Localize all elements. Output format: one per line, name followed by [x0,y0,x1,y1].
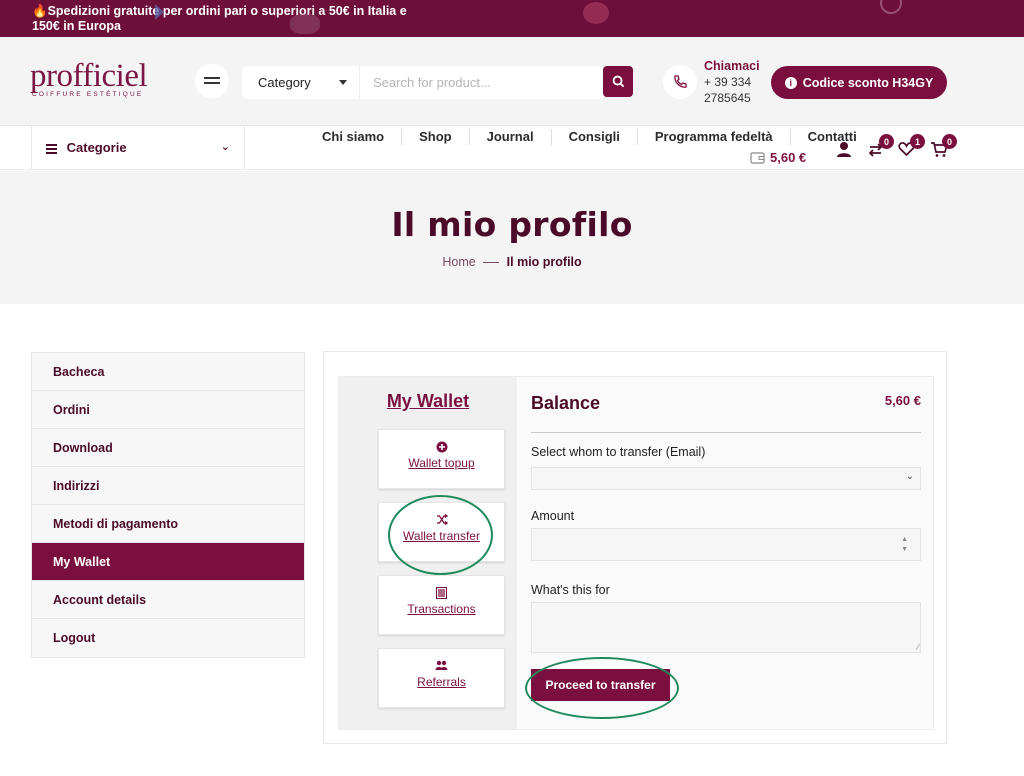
resize-handle-icon[interactable]: ∕ [917,642,919,652]
list-icon [379,587,504,601]
breadcrumb-home[interactable]: Home [442,255,475,269]
page-title: Il mio profilo [391,205,633,244]
menu-icon [204,77,220,84]
compare-icon[interactable]: 0 [867,134,894,159]
account-nav-logout[interactable]: Logout [32,619,304,657]
account-nav-bacheca[interactable]: Bacheca [32,353,304,391]
wishlist-icon[interactable]: 1 [898,134,925,159]
hamburger-menu-button[interactable] [195,64,229,98]
nav-link-chi-siamo[interactable]: Chi siamo [305,129,403,145]
category-select[interactable]: Category [242,66,360,99]
account-nav-my-wallet[interactable]: My Wallet [32,543,304,581]
balance-value: 5,60 € [884,393,921,408]
breadcrumb: Home Il mio profilo [0,255,1024,269]
wallet-topup-card[interactable]: Wallet topup [378,429,505,489]
info-icon: i [784,76,797,89]
call-info: Chiamaci + 39 334 2785645 [704,58,760,106]
wallet-container: My Wallet Wallet topup Wallet transfer T… [338,376,934,730]
divider [531,432,921,433]
note-label: What's this for [531,583,610,597]
promo-text: 🔥Spedizioni gratuite per ordini pari o s… [32,4,407,33]
logo[interactable]: profficiel COIFFURE ESTÉTIQUE [30,58,148,99]
account-icon[interactable] [836,141,854,159]
logo-word: profficiel [30,58,148,94]
wishlist-count-badge: 1 [910,134,925,149]
nav-link-programma-fedelta[interactable]: Programma fedeltà [638,129,791,145]
cart-count-badge: 0 [942,134,957,149]
wallet-heading[interactable]: My Wallet [339,391,517,412]
account-nav-ordini[interactable]: Ordini [32,391,304,429]
decorative-shape [583,2,609,24]
wallet-icon [750,152,765,164]
categories-label: Categorie [66,140,127,155]
categories-dropdown[interactable]: Categorie ⌄ [31,126,245,170]
nav-link-journal[interactable]: Journal [470,129,552,145]
decorative-shape [290,14,320,34]
proceed-to-transfer-button[interactable]: Proceed to transfer [531,669,670,701]
wallet-topup-label: Wallet topup [408,456,475,470]
wallet-menu: My Wallet Wallet topup Wallet transfer T… [339,377,517,729]
decorative-shape [155,4,164,20]
cart-icon[interactable]: 0 [930,134,957,159]
search-input[interactable] [360,66,603,99]
wallet-balance-value: 5,60 € [770,150,807,165]
number-stepper-icon[interactable]: ▲ ▼ [901,535,908,555]
account-nav-account-details[interactable]: Account details [32,581,304,619]
breadcrumb-current: Il mio profilo [506,255,582,269]
users-icon [379,660,504,674]
referrals-card[interactable]: Referrals [378,648,505,708]
discount-code-button[interactable]: i Codice sconto H34GY [771,66,947,99]
search-icon [612,75,624,88]
call-number[interactable]: + 39 334 [704,74,760,90]
main-nav: Categorie ⌄ Chi siamo Shop Journal Consi… [0,126,1024,170]
wallet-transfer-label: Wallet transfer [403,529,480,543]
breadcrumb-separator [483,262,500,264]
recipient-select[interactable]: ⌄ [531,467,921,490]
account-nav-download[interactable]: Download [32,429,304,467]
page-title-band: Il mio profilo Home Il mio profilo [0,171,1024,304]
wallet-balance-link[interactable]: 5,60 € [750,150,806,165]
category-select-label: Category [258,75,311,90]
wallet-transfer-card[interactable]: Wallet transfer [378,502,505,562]
call-number-cont[interactable]: 2785645 [704,90,760,106]
phone-icon[interactable] [663,65,697,99]
nav-link-contatti[interactable]: Contatti [791,129,874,145]
list-icon [46,142,57,156]
site-header: profficiel COIFFURE ESTÉTIQUE Category C… [0,37,1024,126]
account-nav-metodi-pagamento[interactable]: Metodi di pagamento [32,505,304,543]
compare-count-badge: 0 [879,134,894,149]
amount-input[interactable]: ▲ ▼ [531,528,921,561]
amount-label: Amount [531,509,575,523]
promo-bar: 🔥Spedizioni gratuite per ordini pari o s… [0,0,1024,37]
nav-link-shop[interactable]: Shop [402,129,470,145]
chevron-down-icon: ⌄ [905,471,914,482]
transactions-card[interactable]: Transactions [378,575,505,635]
wallet-panel: My Wallet Wallet topup Wallet transfer T… [323,351,947,744]
nav-links: Chi siamo Shop Journal Consigli Programm… [305,129,874,145]
search-button[interactable] [603,66,633,97]
balance-label: Balance [531,393,601,413]
referrals-label: Referrals [417,675,466,689]
recipient-label: Select whom to transfer (Email) [531,445,706,459]
discount-code-label: Codice sconto H34GY [802,75,934,90]
plus-circle-icon [379,441,504,455]
caret-down-icon [339,80,347,85]
logo-tagline: COIFFURE ESTÉTIQUE [32,91,144,98]
transactions-label: Transactions [407,602,476,616]
note-textarea[interactable]: ∕ [531,602,921,653]
decorative-shape [880,0,902,14]
call-title: Chiamaci [704,59,760,73]
account-navigation: Bacheca Ordini Download Indirizzi Metodi… [31,352,305,658]
shuffle-icon [379,513,504,528]
account-nav-indirizzi[interactable]: Indirizzi [32,467,304,505]
chevron-down-icon: ⌄ [220,141,230,153]
nav-link-consigli[interactable]: Consigli [552,129,638,145]
